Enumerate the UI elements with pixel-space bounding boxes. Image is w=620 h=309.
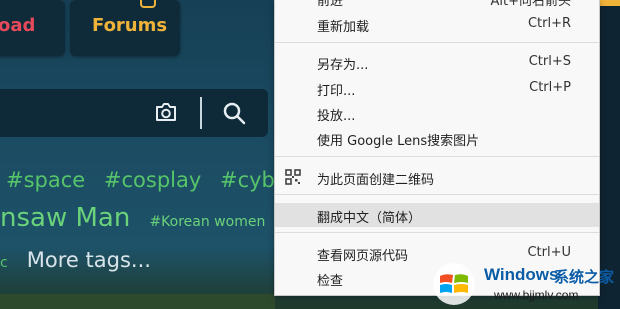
more-tags-link[interactable]: More tags... <box>27 248 151 272</box>
menu-item-create-qr[interactable]: 为此页面创建二维码 <box>275 165 599 189</box>
menu-item-label: 打印... <box>317 84 356 99</box>
tag-link[interactable]: #cosplay <box>104 168 201 192</box>
thumbnail-strip <box>0 294 275 309</box>
watermark-site-name: 系统之家 <box>554 268 615 286</box>
watermark: Windows 系统之家 www.bjjmlv.com <box>432 258 620 309</box>
menu-item-shortcut: Ctrl+S <box>528 54 571 69</box>
search-divider <box>200 97 202 129</box>
tag-link[interactable]: c <box>0 255 8 271</box>
menu-item-google-lens[interactable]: 使用 Google Lens搜索图片 <box>275 126 599 150</box>
menu-item-print[interactable]: 打印... Ctrl+P <box>275 76 599 100</box>
menu-item-label: 检查 <box>317 274 344 289</box>
menu-item-shortcut: Alt+向右箭头 <box>490 0 572 9</box>
tag-row: nsaw Man #Korean women <box>0 203 265 233</box>
camera-icon[interactable] <box>154 101 178 123</box>
search-icon[interactable] <box>222 101 246 125</box>
menu-item-shortcut: Ctrl+R <box>527 16 571 31</box>
menu-item-forward[interactable]: 前进 Alt+向右箭头 <box>275 0 599 10</box>
tag-row: c More tags... <box>0 248 151 272</box>
nav-tile-load[interactable]: oad <box>0 0 65 56</box>
menu-item-label: 前进 <box>317 0 344 9</box>
watermark-brand: Windows <box>484 265 559 284</box>
menu-item-label: 为此页面创建二维码 <box>317 173 435 188</box>
menu-item-save-as[interactable]: 另存为... Ctrl+S <box>275 50 599 74</box>
menu-item-label: 翻成中文（简体） <box>317 211 422 226</box>
menu-item-label: 重新加载 <box>317 20 370 35</box>
menu-item-label: 查看网页源代码 <box>317 249 409 264</box>
windows-logo-icon <box>433 263 475 305</box>
menu-item-shortcut: Ctrl+P <box>529 80 571 95</box>
tag-link[interactable]: #space <box>6 168 85 192</box>
menu-item-translate[interactable]: 翻成中文（简体） <box>275 203 599 227</box>
context-menu: 前进 Alt+向右箭头 重新加载 Ctrl+R 另存为... Ctrl+S 打印… <box>274 0 600 296</box>
menu-separator <box>275 156 599 157</box>
menu-item-label: 使用 Google Lens搜索图片 <box>317 134 480 149</box>
menu-item-cast[interactable]: 投放... <box>275 101 599 125</box>
nav-tile-forums[interactable]: Forums <box>70 0 180 56</box>
menu-item-label: 另存为... <box>317 58 369 73</box>
search-bar[interactable] <box>0 89 268 137</box>
menu-separator <box>275 42 599 43</box>
forums-icon <box>140 0 156 8</box>
menu-separator <box>275 232 599 233</box>
menu-item-reload[interactable]: 重新加载 Ctrl+R <box>275 12 599 36</box>
qr-code-icon <box>285 169 301 185</box>
watermark-url: www.bjjmlv.com <box>494 288 579 302</box>
menu-separator <box>275 194 599 195</box>
nav-tile-forums-label: Forums <box>92 15 168 36</box>
tag-link[interactable]: nsaw Man <box>0 203 130 233</box>
nav-tile-load-label: oad <box>0 15 36 36</box>
menu-item-label: 投放... <box>317 109 356 124</box>
tag-link[interactable]: #Korean women <box>149 214 265 230</box>
accent-bar <box>598 0 620 6</box>
